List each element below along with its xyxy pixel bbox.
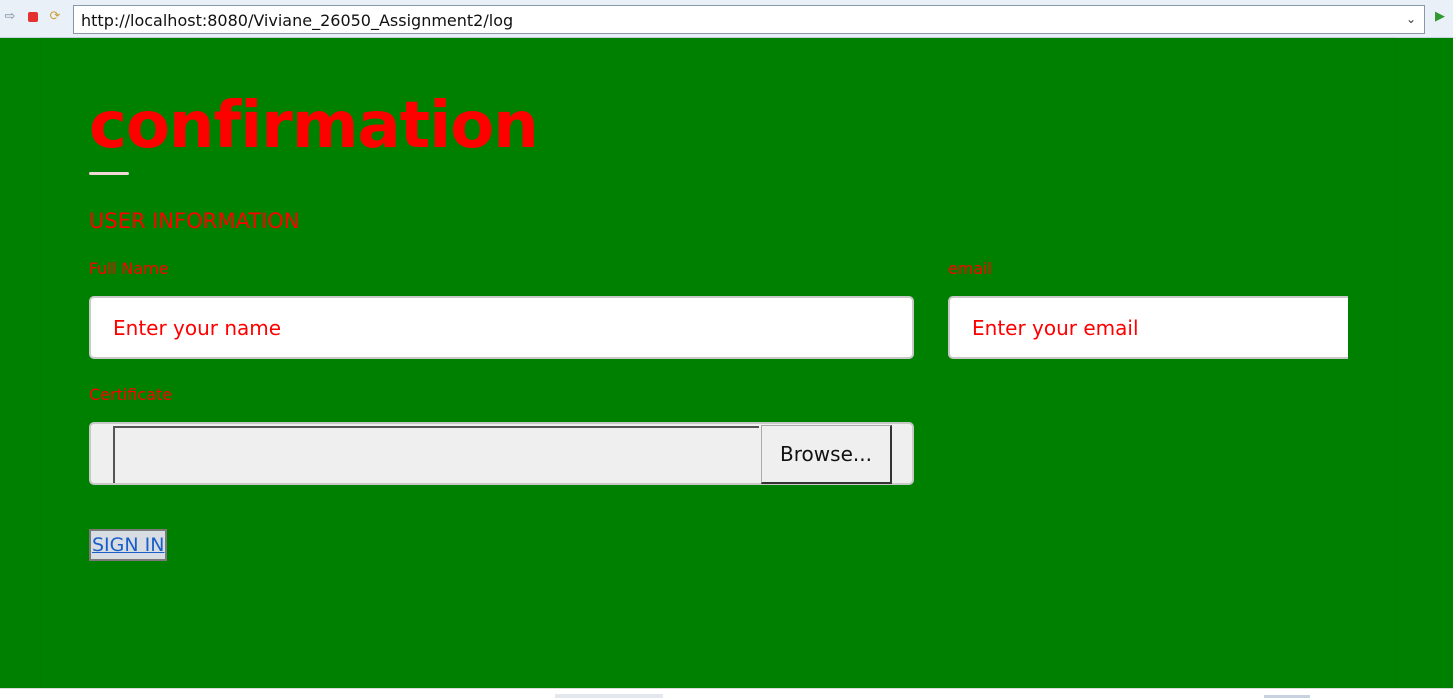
stop-icon[interactable] xyxy=(26,10,40,24)
refresh-icon[interactable]: ⟳ xyxy=(48,10,62,24)
certificate-file-input[interactable]: Browse... xyxy=(89,422,914,485)
status-bar xyxy=(0,688,1453,698)
address-bar-url[interactable]: http://localhost:8080/Viviane_26050_Assi… xyxy=(81,11,513,30)
play-icon[interactable]: ▶ xyxy=(1435,10,1445,24)
section-title: USER INFORMATION xyxy=(89,209,300,233)
sign-in-button[interactable]: SIGN IN xyxy=(89,529,168,561)
forward-arrow-icon[interactable]: ⇨ xyxy=(3,10,17,24)
title-underline xyxy=(89,172,129,175)
email-input[interactable] xyxy=(948,296,1348,359)
full-name-label: Full Name xyxy=(89,259,169,278)
file-path-field[interactable] xyxy=(113,426,759,483)
certificate-label: Certificate xyxy=(89,385,173,404)
status-bar-segment xyxy=(555,694,663,698)
browse-button[interactable]: Browse... xyxy=(761,425,892,484)
browser-toolbar: ⇨ ⟳ http://localhost:8080/Viviane_26050_… xyxy=(0,0,1453,38)
chevron-down-icon[interactable]: ⌄ xyxy=(1403,11,1419,27)
address-bar[interactable]: http://localhost:8080/Viviane_26050_Assi… xyxy=(73,5,1425,34)
page-title: confirmation xyxy=(89,89,539,163)
full-name-input[interactable] xyxy=(89,296,914,359)
email-label: email xyxy=(948,259,993,278)
